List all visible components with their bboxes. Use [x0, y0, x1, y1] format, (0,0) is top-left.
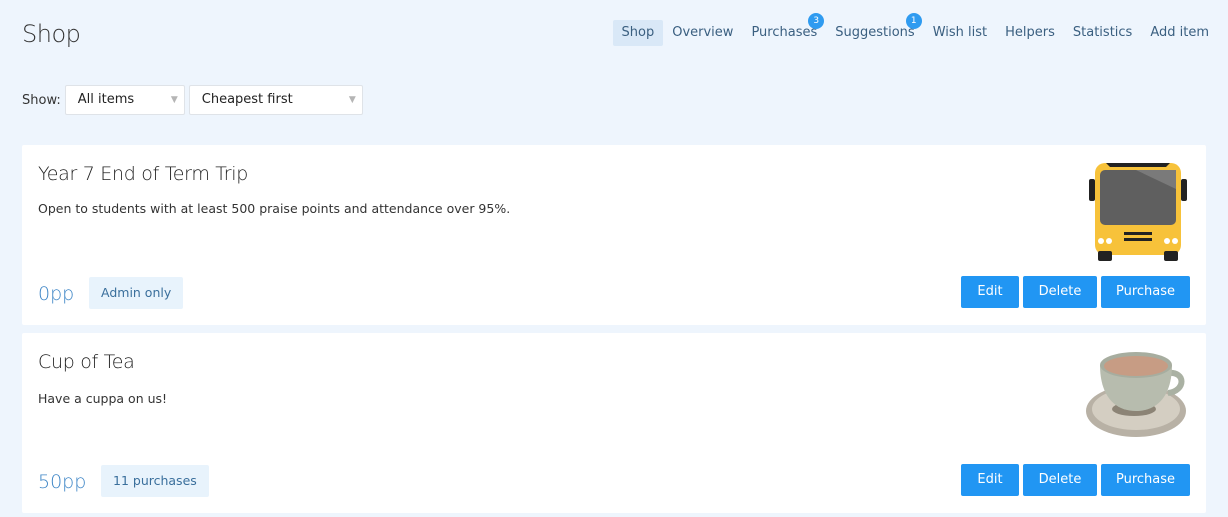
item-description: Have a cuppa on us!	[38, 391, 168, 406]
chevron-down-icon: ▼	[348, 95, 356, 105]
nav-label: Shop	[621, 25, 655, 40]
nav-label: Wish list	[932, 25, 988, 40]
edit-button[interactable]: Edit	[961, 464, 1019, 496]
nav-wish-list[interactable]: Wish list	[924, 20, 996, 46]
edit-button[interactable]: Edit	[961, 276, 1019, 308]
nav-statistics[interactable]: Statistics	[1064, 20, 1141, 46]
suggestions-count-badge: 1	[905, 13, 922, 29]
item-description: Open to students with at least 500 prais…	[38, 201, 511, 216]
nav-suggestions[interactable]: Suggestions 1	[826, 13, 923, 46]
nav-label: Overview	[672, 25, 734, 40]
item-tag: Admin only	[89, 277, 184, 309]
delete-button[interactable]: Delete	[1023, 276, 1097, 308]
filter-bar: Show: All items ▼ Cheapest first ▼	[22, 85, 363, 115]
item-title: Year 7 End of Term Trip	[38, 163, 249, 185]
sort-order-select[interactable]: Cheapest first ▼	[188, 85, 363, 115]
item-price: 0pp	[38, 283, 75, 305]
nav-purchases[interactable]: Purchases 3	[742, 13, 826, 46]
school-bus-icon	[1086, 159, 1190, 267]
nav-label: Purchases	[751, 25, 818, 40]
nav-add-item[interactable]: Add item	[1141, 20, 1218, 46]
nav-label: Statistics	[1072, 25, 1133, 40]
purchases-count-badge: 3	[808, 13, 825, 29]
chevron-down-icon: ▼	[170, 95, 178, 105]
item-actions: Edit Delete Purchase	[961, 276, 1190, 308]
item-tag: 11 purchases	[101, 465, 209, 497]
item-price: 50pp	[38, 471, 87, 493]
nav-label: Add item	[1150, 25, 1209, 40]
nav-helpers[interactable]: Helpers	[996, 20, 1064, 46]
show-label: Show:	[22, 92, 61, 108]
item-actions: Edit Delete Purchase	[961, 464, 1190, 496]
purchase-button[interactable]: Purchase	[1101, 464, 1190, 496]
shop-item-card: Cup of Tea Have a cuppa on us! 50pp 11 p…	[22, 333, 1206, 513]
nav-overview[interactable]: Overview	[663, 20, 742, 46]
show-filter-select[interactable]: All items ▼	[64, 85, 185, 115]
show-filter-value: All items	[77, 92, 135, 107]
sort-order-value: Cheapest first	[201, 92, 293, 107]
page-title: Shop	[22, 20, 81, 48]
tea-cup-icon	[1086, 345, 1190, 445]
purchase-button[interactable]: Purchase	[1101, 276, 1190, 308]
delete-button[interactable]: Delete	[1023, 464, 1097, 496]
nav-shop[interactable]: Shop	[612, 20, 664, 46]
top-nav: Shop Overview Purchases 3 Suggestions 1 Wi…	[612, 13, 1218, 46]
shop-item-card: Year 7 End of Term Trip Open to students…	[22, 145, 1206, 325]
nav-label: Suggestions	[835, 25, 915, 40]
nav-label: Helpers	[1005, 25, 1055, 40]
item-title: Cup of Tea	[38, 351, 135, 373]
